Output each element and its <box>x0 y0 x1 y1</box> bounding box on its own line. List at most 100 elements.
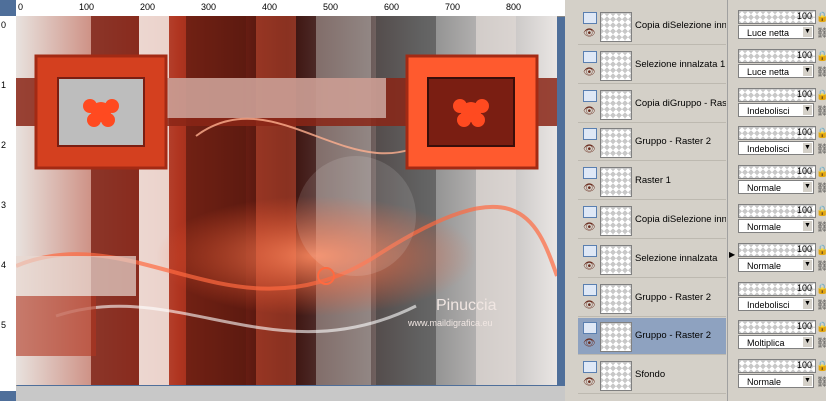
opacity-slider[interactable]: 100 <box>738 204 816 218</box>
eye-icon[interactable]: 👁 <box>583 338 596 349</box>
layer-row[interactable]: 👁 Gruppo - Raster 2 <box>578 318 726 356</box>
layer-name[interactable]: Selezione innalzata 1 <box>635 59 726 70</box>
eye-icon[interactable]: 👁 <box>583 261 596 272</box>
layer-props-row: 100 Normale ▼ 🔒 ⛓ <box>736 202 826 241</box>
opacity-slider[interactable]: 100 <box>738 242 816 257</box>
layer-type-icon <box>583 12 597 24</box>
layer-name[interactable]: Copia diSelezione inna <box>635 214 726 225</box>
blend-mode-select[interactable]: Indebolisci ▼ <box>738 296 814 311</box>
image-canvas[interactable]: Pinuccia www.maildigrafica.eu <box>16 16 557 385</box>
eye-icon[interactable]: 👁 <box>583 377 596 388</box>
opacity-slider[interactable]: 100 <box>738 87 816 102</box>
layer-row[interactable]: 👁 Selezione innalzata <box>578 241 726 278</box>
blend-mode-select[interactable]: Normale ▼ <box>738 374 814 389</box>
blend-mode-select[interactable]: Normale ▼ <box>738 219 814 233</box>
chevron-down-icon[interactable]: ▼ <box>803 259 812 270</box>
layer-props-row: 100 Normale ▼ 🔒 ⛓ <box>736 357 826 396</box>
lock-icon[interactable]: 🔒 <box>816 167 826 178</box>
opacity-slider[interactable]: 100 <box>738 281 816 296</box>
chevron-down-icon[interactable]: ▼ <box>803 182 812 193</box>
link-icon[interactable]: ⛓ <box>816 28 826 39</box>
opacity-slider[interactable]: 100 <box>738 126 816 141</box>
lock-icon[interactable]: 🔒 <box>816 284 826 295</box>
blend-mode-select[interactable]: Moltiplica ▼ <box>738 335 814 350</box>
eye-icon[interactable]: 👁 <box>583 28 596 39</box>
layer-name[interactable]: Gruppo - Raster 2 <box>635 292 726 303</box>
layer-type-icon <box>583 50 597 63</box>
layer-row[interactable]: 👁 Copia diSelezione inna <box>578 8 726 45</box>
chevron-down-icon[interactable]: ▼ <box>803 376 812 387</box>
opacity-slider[interactable]: 100 <box>738 48 816 63</box>
opacity-slider[interactable]: 100 <box>738 165 816 180</box>
link-icon[interactable]: ⛓ <box>816 106 826 117</box>
opacity-slider[interactable]: 100 <box>738 320 816 335</box>
ruler-tick-label: 3 <box>1 200 7 210</box>
lock-icon[interactable]: 🔒 <box>816 51 826 62</box>
blend-mode-value: Luce netta <box>747 66 790 77</box>
lock-icon[interactable]: 🔒 <box>816 245 826 256</box>
link-icon[interactable]: ⛓ <box>816 144 826 155</box>
chevron-down-icon[interactable]: ▼ <box>803 27 812 37</box>
lock-icon[interactable]: 🔒 <box>816 90 826 101</box>
chevron-down-icon[interactable]: ▼ <box>803 221 812 231</box>
layer-type-icon <box>583 361 597 374</box>
link-icon[interactable]: ⛓ <box>816 300 826 311</box>
ruler-tick-label: 300 <box>201 2 217 12</box>
layer-name[interactable]: Sfondo <box>635 369 726 380</box>
layer-name[interactable]: Copia diGruppo - Rast <box>635 98 726 109</box>
layer-row[interactable]: 👁 Raster 1 <box>578 163 726 201</box>
blend-mode-value: Normale <box>747 377 782 388</box>
blend-mode-select[interactable]: Luce netta ▼ <box>738 25 814 39</box>
eye-icon[interactable]: 👁 <box>583 67 596 78</box>
ruler-tick-label: 800 <box>506 2 522 12</box>
ruler-horizontal: 0 100 200 300 400 500 600 700 800 <box>16 0 565 17</box>
link-icon[interactable]: ⛓ <box>816 183 826 194</box>
layer-row[interactable]: 👁 Copia diGruppo - Rast <box>578 86 726 123</box>
link-icon[interactable]: ⛓ <box>816 261 826 272</box>
canvas-area[interactable]: 0 100 200 300 400 500 600 700 800 0 1 2 3 4 5 <box>0 0 565 401</box>
expand-arrow-icon[interactable]: ▶ <box>729 250 735 259</box>
panel-splitter[interactable] <box>727 0 736 401</box>
blend-mode-select[interactable]: Indebolisci ▼ <box>738 102 814 117</box>
layer-props-row: 100 Indebolisci ▼ 🔒 ⛓ <box>736 86 826 125</box>
blend-mode-select[interactable]: Indebolisci ▼ <box>738 141 814 156</box>
layer-name[interactable]: Selezione innalzata <box>635 253 726 264</box>
layer-name[interactable]: Gruppo - Raster 2 <box>635 136 726 147</box>
opacity-slider[interactable]: 100 <box>738 10 816 24</box>
link-icon[interactable]: ⛓ <box>816 222 826 233</box>
layer-row[interactable]: 👁 Copia diSelezione inna <box>578 202 726 239</box>
layer-row[interactable]: 👁 Gruppo - Raster 2 <box>578 280 726 317</box>
eye-icon[interactable]: 👁 <box>583 183 596 194</box>
lock-icon[interactable]: 🔒 <box>816 128 826 139</box>
blend-mode-select[interactable]: Normale ▼ <box>738 180 814 195</box>
lock-icon[interactable]: 🔒 <box>816 322 826 333</box>
opacity-value: 100 <box>796 321 812 332</box>
eye-icon[interactable]: 👁 <box>583 300 596 311</box>
lock-icon[interactable]: 🔒 <box>816 206 826 217</box>
blend-mode-select[interactable]: Luce netta ▼ <box>738 63 814 78</box>
eye-icon[interactable]: 👁 <box>583 222 596 233</box>
lock-icon[interactable]: 🔒 <box>816 12 826 23</box>
eye-icon[interactable]: 👁 <box>583 144 596 155</box>
chevron-down-icon[interactable]: ▼ <box>803 65 812 76</box>
blend-mode-select[interactable]: Normale ▼ <box>738 257 814 272</box>
layer-row[interactable]: 👁 Sfondo <box>578 357 726 395</box>
eye-icon[interactable]: 👁 <box>583 106 596 117</box>
layer-list[interactable]: 👁 Copia diSelezione inna 👁 Selezione innalz… <box>578 8 726 401</box>
layer-name[interactable]: Raster 1 <box>635 175 726 186</box>
opacity-slider[interactable]: 100 <box>738 359 816 374</box>
chevron-down-icon[interactable]: ▼ <box>803 143 812 154</box>
chevron-down-icon[interactable]: ▼ <box>803 337 812 348</box>
chevron-down-icon[interactable]: ▼ <box>803 104 812 115</box>
lock-icon[interactable]: 🔒 <box>816 361 826 372</box>
horizontal-scrollbar[interactable] <box>16 386 565 401</box>
layer-name[interactable]: Gruppo - Raster 2 <box>635 330 726 341</box>
link-icon[interactable]: ⛓ <box>816 338 826 349</box>
link-icon[interactable]: ⛓ <box>816 377 826 388</box>
layer-props-row: 100 Luce netta ▼ 🔒 ⛓ <box>736 8 826 47</box>
link-icon[interactable]: ⛓ <box>816 67 826 78</box>
layer-row[interactable]: 👁 Selezione innalzata 1 <box>578 47 726 84</box>
layer-name[interactable]: Copia diSelezione inna <box>635 20 726 31</box>
layer-row[interactable]: 👁 Gruppo - Raster 2 <box>578 124 726 162</box>
chevron-down-icon[interactable]: ▼ <box>803 298 812 309</box>
